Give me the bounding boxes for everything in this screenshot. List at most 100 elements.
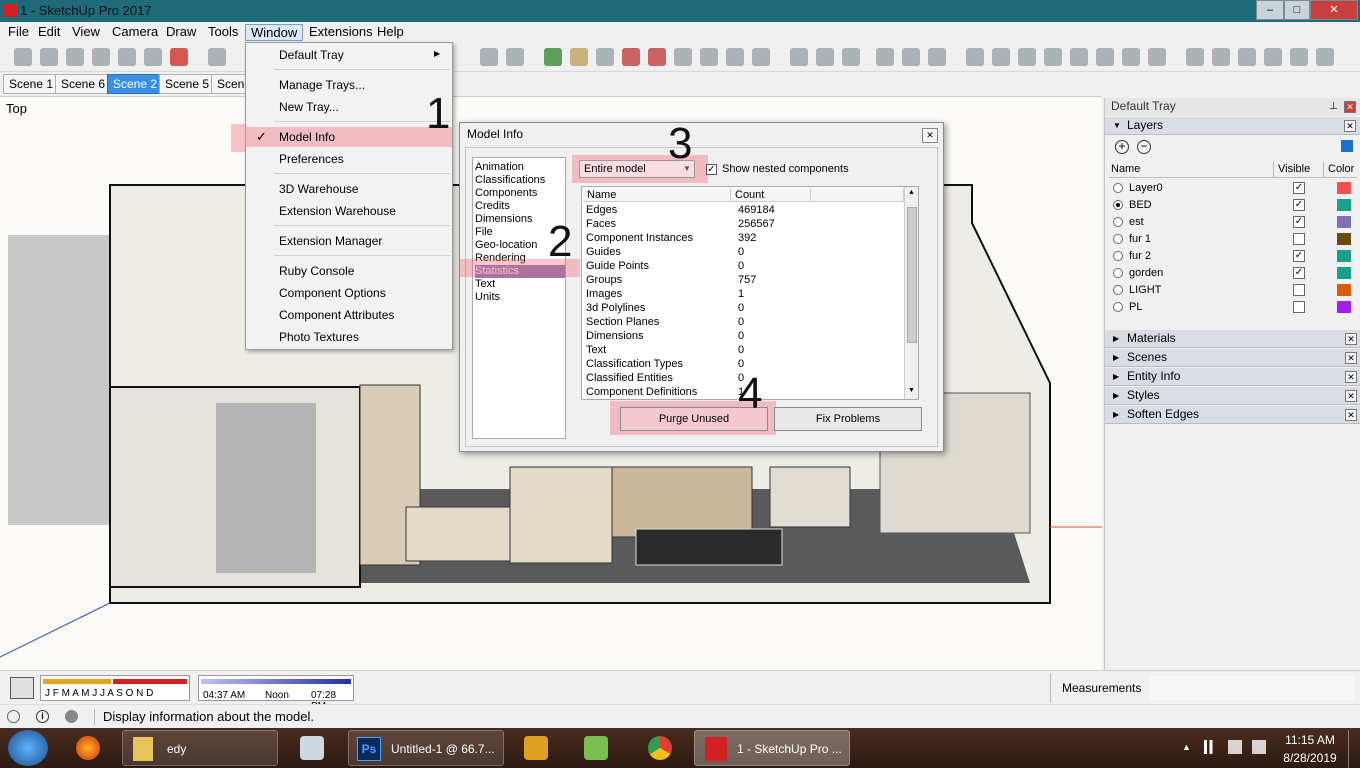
layer-active-radio[interactable] — [1113, 200, 1123, 210]
user-icon[interactable] — [65, 710, 78, 723]
layer-col-name[interactable]: Name — [1111, 162, 1140, 177]
panel-materials[interactable]: ▶ Materials ✕ — [1105, 330, 1360, 348]
expand-triangle-icon[interactable]: ▶ — [1113, 406, 1119, 423]
table-row[interactable]: Text 0 — [582, 343, 904, 357]
menu-component-options[interactable]: Component Options — [246, 283, 452, 303]
scroll-down-icon[interactable]: ▼ — [908, 387, 915, 394]
layer-name[interactable]: PL — [1129, 299, 1142, 315]
table-row[interactable]: Section Planes 0 — [582, 315, 904, 329]
category-credits[interactable]: Credits — [475, 200, 565, 213]
collapse-triangle-icon[interactable]: ▼ — [1113, 121, 1121, 130]
expand-triangle-icon[interactable]: ▶ — [1113, 349, 1119, 366]
scene-tab-1[interactable]: Scene 1 — [3, 74, 60, 94]
menu-component-attributes[interactable]: Component Attributes — [246, 305, 452, 325]
layer-row-gorden[interactable]: gorden ✓ — [1109, 265, 1357, 282]
scene-tab-5[interactable]: Scene 5 — [159, 74, 216, 94]
menu-extension-manager[interactable]: Extension Manager — [246, 231, 452, 251]
measurements-input[interactable] — [1150, 676, 1354, 700]
category-units[interactable]: Units — [475, 291, 565, 304]
protractor-icon[interactable] — [992, 48, 1010, 66]
stamp-icon[interactable] — [1212, 48, 1230, 66]
walk-icon[interactable] — [752, 48, 770, 66]
layer-row-fur-2[interactable]: fur 2 ✓ — [1109, 248, 1357, 265]
dialog-close-button[interactable]: ✕ — [922, 128, 938, 143]
hidden-line-icon[interactable] — [876, 48, 894, 66]
layer-active-radio[interactable] — [1113, 302, 1123, 312]
layer-name[interactable]: fur 2 — [1129, 248, 1151, 264]
menu-default-tray[interactable]: Default Tray — [246, 45, 452, 65]
layer-col-visible[interactable]: Visible — [1273, 162, 1310, 177]
expand-triangle-icon[interactable]: ▶ — [1113, 368, 1119, 385]
drape-icon[interactable] — [1238, 48, 1256, 66]
shaded-icon[interactable] — [902, 48, 920, 66]
layer-color-swatch[interactable] — [1337, 301, 1351, 313]
layer-visible-checkbox[interactable]: ✓ — [1293, 216, 1305, 228]
layer-visible-checkbox[interactable] — [1293, 284, 1305, 296]
category-components[interactable]: Components — [475, 187, 565, 200]
layer-row-bed[interactable]: BED ✓ — [1109, 197, 1357, 214]
scene-tab-6[interactable]: Scene 6 — [55, 74, 112, 94]
right-view-icon[interactable] — [118, 48, 136, 66]
menu-ruby-console[interactable]: Ruby Console — [246, 261, 452, 281]
layer-details-icon[interactable] — [1341, 140, 1353, 152]
fog-icon[interactable] — [1096, 48, 1114, 66]
clock-date[interactable]: 8/28/2019 — [1280, 751, 1340, 765]
taskbar-explorer[interactable]: edy — [122, 730, 278, 766]
category-classifications[interactable]: Classifications — [475, 174, 565, 187]
layer-visible-checkbox[interactable]: ✓ — [1293, 182, 1305, 194]
layer-row-est[interactable]: est ✓ — [1109, 214, 1357, 231]
shadow-toggle-icon[interactable] — [10, 677, 34, 699]
clock-time[interactable]: 11:15 AM — [1282, 733, 1338, 747]
layer-name[interactable]: fur 1 — [1129, 231, 1151, 247]
xray-icon[interactable] — [790, 48, 808, 66]
menu-edit[interactable]: Edit — [33, 24, 65, 41]
pan-icon[interactable] — [570, 48, 588, 66]
layer-name[interactable]: LIGHT — [1129, 282, 1161, 298]
scrollbar-thumb[interactable] — [907, 207, 917, 343]
sandbox-icon[interactable] — [1186, 48, 1204, 66]
layer-active-radio[interactable] — [1113, 268, 1123, 278]
time-slider[interactable]: 04:37 AM Noon 07:28 PM — [198, 675, 354, 712]
layer-name[interactable]: BED — [1129, 197, 1152, 213]
layer-row-fur-1[interactable]: fur 1 — [1109, 231, 1357, 248]
layer-visible-checkbox[interactable] — [1293, 233, 1305, 245]
maximize-button[interactable]: □ — [1284, 0, 1310, 20]
layer-color-swatch[interactable] — [1337, 216, 1351, 228]
add-layer-icon[interactable]: + — [1115, 140, 1129, 154]
menu-window[interactable]: Window — [245, 24, 304, 41]
section-plane-icon[interactable] — [506, 48, 524, 66]
layer-name[interactable]: gorden — [1129, 265, 1163, 281]
table-row[interactable]: Groups 757 — [582, 273, 904, 287]
menu-view[interactable]: View — [67, 24, 105, 41]
layer-col-color[interactable]: Color — [1323, 162, 1354, 177]
panel-entity-info[interactable]: ▶ Entity Info ✕ — [1105, 368, 1360, 386]
layer-color-swatch[interactable] — [1337, 267, 1351, 279]
menu-tools[interactable]: Tools — [203, 24, 243, 41]
layer-visible-checkbox[interactable]: ✓ — [1293, 199, 1305, 211]
front-view-icon[interactable] — [92, 48, 110, 66]
panel-soften-edges[interactable]: ▶ Soften Edges ✕ — [1105, 406, 1360, 424]
layer-active-radio[interactable] — [1113, 285, 1123, 295]
layer-active-radio[interactable] — [1113, 251, 1123, 261]
sun-icon[interactable] — [1070, 48, 1088, 66]
layer-row-pl[interactable]: PL — [1109, 299, 1357, 316]
layers-panel-header[interactable]: Layers — [1105, 117, 1360, 135]
minimize-button[interactable]: – — [1256, 0, 1284, 20]
add-detail-icon[interactable] — [1290, 48, 1308, 66]
layer-active-radio[interactable] — [1113, 217, 1123, 227]
stop-icon[interactable] — [170, 48, 188, 66]
pin-icon[interactable]: ⊥ — [1329, 101, 1338, 112]
column-header-count[interactable]: Count — [731, 188, 811, 202]
table-row[interactable]: Images 1 — [582, 287, 904, 301]
menu-preferences[interactable]: Preferences — [246, 149, 452, 169]
table-row[interactable]: Guide Points 0 — [582, 259, 904, 273]
back-view-icon[interactable] — [144, 48, 162, 66]
menu-manage-trays[interactable]: Manage Trays... — [246, 75, 452, 95]
table-row[interactable]: Edges 469184 — [582, 203, 904, 217]
flip-edge-icon[interactable] — [1264, 48, 1282, 66]
volume-icon[interactable] — [1252, 740, 1266, 754]
back-edges-icon[interactable] — [816, 48, 834, 66]
menu-help[interactable]: Help — [372, 24, 409, 41]
taskbar-photoshop[interactable]: Ps Untitled-1 @ 66.7... — [348, 730, 504, 766]
scroll-up-icon[interactable]: ▲ — [908, 189, 915, 196]
